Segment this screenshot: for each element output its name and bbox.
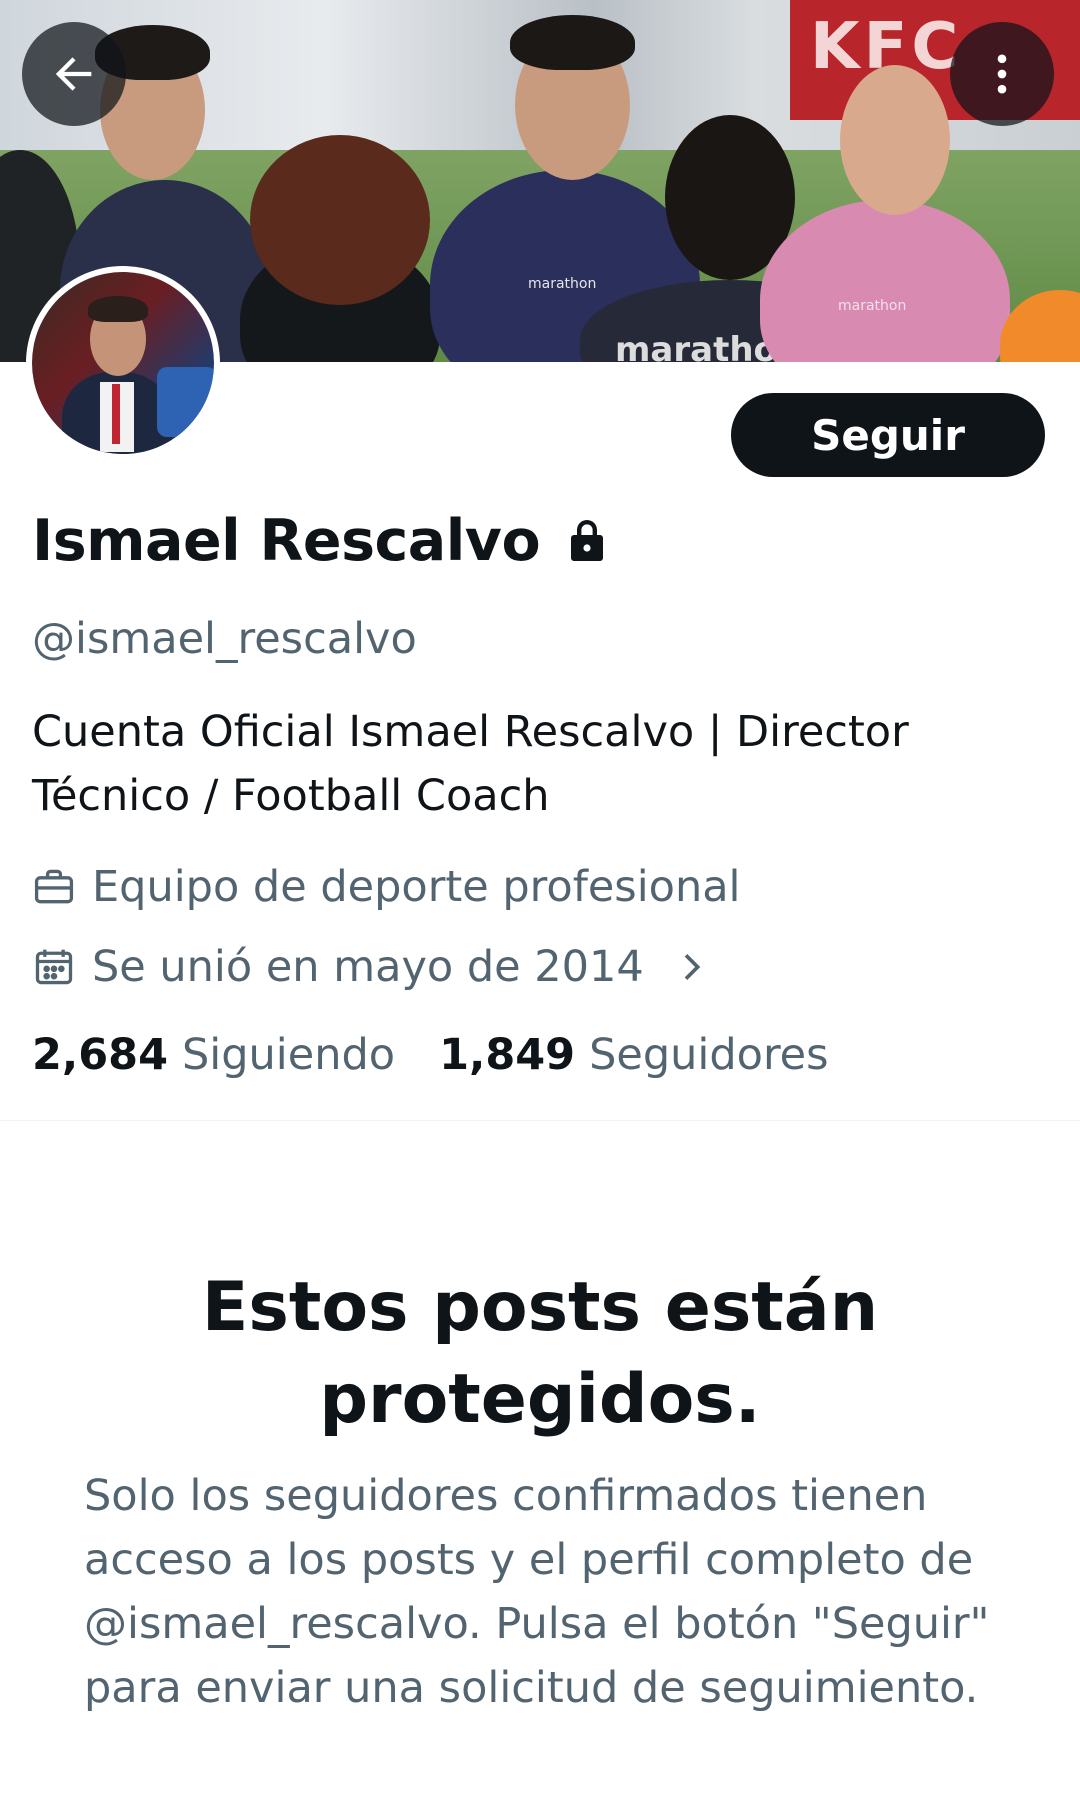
joined-date[interactable]: Se unió en mayo de 2014 [32, 942, 708, 992]
back-button[interactable] [22, 22, 126, 126]
follow-button[interactable]: Seguir [731, 393, 1045, 477]
divider [0, 1120, 1080, 1121]
banner-jersey-text: marathon [528, 276, 597, 292]
category-text: Equipo de deporte profesional [92, 862, 741, 912]
followers-stat[interactable]: 1,849 Seguidores [439, 1030, 828, 1080]
lock-icon [566, 517, 608, 565]
handle: @ismael_rescalvo [32, 614, 417, 664]
avatar[interactable] [26, 266, 220, 460]
avatar-photo [32, 272, 214, 454]
followers-label: Seguidores [589, 1030, 829, 1080]
protected-title: Estos posts están protegidos. [201, 1268, 879, 1439]
follow-stats: 2,684 Siguiendo 1,849 Seguidores [32, 1030, 873, 1080]
briefcase-icon [32, 865, 76, 909]
following-count: 2,684 [32, 1030, 169, 1080]
arrow-left-icon [48, 48, 100, 100]
followers-count: 1,849 [439, 1030, 576, 1080]
chevron-right-icon [674, 947, 708, 987]
following-label: Siguiendo [182, 1030, 396, 1080]
protected-description: Solo los seguidores confirmados tienen a… [84, 1471, 990, 1713]
name-row: Ismael Rescalvo [32, 508, 608, 574]
banner-figure-head [840, 65, 950, 215]
display-name: Ismael Rescalvo [32, 508, 541, 574]
banner-figure-hair [250, 135, 430, 305]
joined-text: Se unió en mayo de 2014 [92, 942, 644, 992]
banner-jersey-text: marathon [838, 298, 907, 314]
more-vertical-icon [976, 48, 1028, 100]
calendar-icon [32, 945, 76, 989]
following-stat[interactable]: 2,684 Siguiendo [32, 1030, 395, 1080]
profile-category: Equipo de deporte profesional [32, 862, 741, 912]
banner-figure-hair [510, 15, 635, 70]
bio: Cuenta Oficial Ismael Rescalvo | Directo… [32, 707, 909, 821]
more-options-button[interactable] [950, 22, 1054, 126]
